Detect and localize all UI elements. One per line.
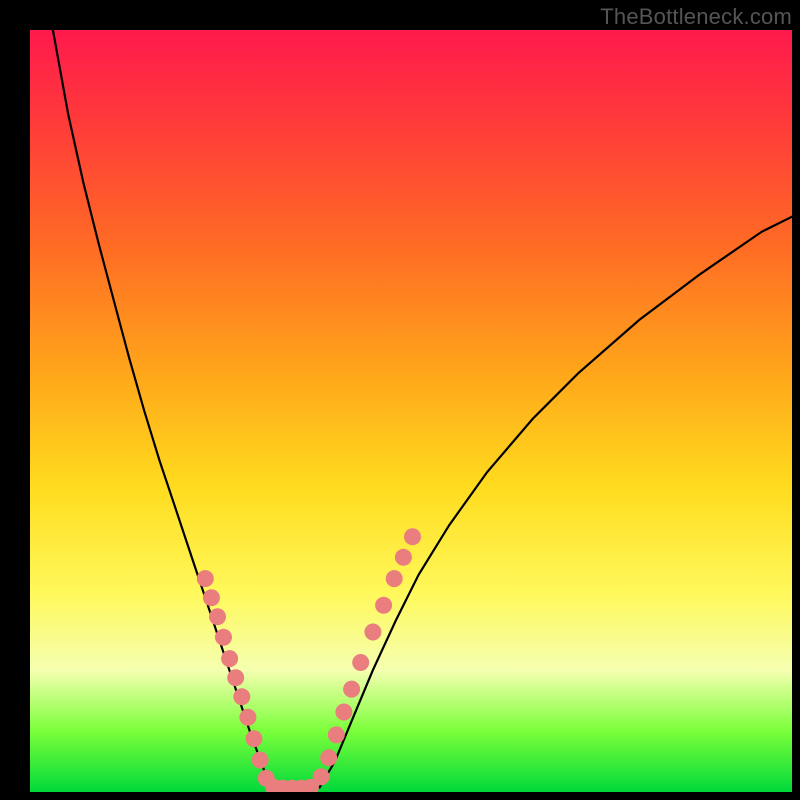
data-dot [320, 749, 337, 766]
chart-svg [30, 30, 792, 792]
data-dot [375, 597, 392, 614]
data-dot [209, 608, 226, 625]
data-dot [343, 681, 360, 698]
data-dot [221, 650, 238, 667]
data-dot [246, 730, 263, 747]
plot-area [30, 30, 792, 792]
curve-group [53, 30, 792, 790]
watermark-text: TheBottleneck.com [600, 4, 792, 30]
dots-group [197, 528, 421, 792]
data-dot [215, 629, 232, 646]
data-dot [227, 669, 244, 686]
data-dot [197, 570, 214, 587]
data-dot [364, 624, 381, 641]
data-dot [328, 726, 345, 743]
data-dot [335, 704, 352, 721]
data-dot [239, 709, 256, 726]
data-dot [386, 570, 403, 587]
data-dot [404, 528, 421, 545]
data-dot [233, 688, 250, 705]
data-dot [252, 752, 269, 769]
data-dot [352, 654, 369, 671]
data-dot [203, 589, 220, 606]
chart-frame: TheBottleneck.com [0, 0, 800, 800]
bottleneck-curve [53, 30, 792, 790]
data-dot [313, 768, 330, 785]
data-dot [395, 549, 412, 566]
